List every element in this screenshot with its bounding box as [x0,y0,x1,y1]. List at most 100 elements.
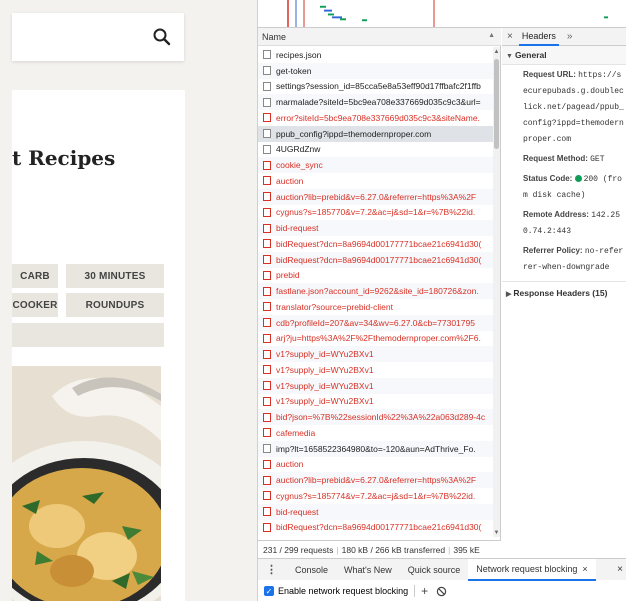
request-row[interactable]: marmalade?siteId=5bc9ea708e337669d035c9c… [258,94,494,110]
file-icon [263,302,271,312]
request-row[interactable]: recipes.json [258,47,494,63]
triangle-right-icon: ▶ [506,291,512,298]
request-name: auction [276,459,304,470]
add-pattern-icon[interactable]: + [421,584,428,598]
request-name: bid-request [276,223,319,234]
request-row[interactable]: get-token [258,62,494,79]
general-title: General [514,50,547,60]
file-icon [263,176,271,186]
request-row[interactable]: translator?source=prebid-client [258,299,494,315]
request-row[interactable]: auction?lib=prebid&v=6.27.0&referrer=htt… [258,472,494,488]
request-row[interactable]: cygnus?s=185770&v=7.2&ac=j&sd=1&r=%7B%22… [258,205,494,221]
request-row[interactable]: cdb?profileId=207&av=34&wv=6.27.0&cb=773… [258,314,494,331]
request-name: v1?supply_id=WYu2BXv1 [276,349,374,360]
webpage-viewport: t Recipes CARB 30 MINUTES COOKER ROUNDUP… [0,0,257,601]
request-row[interactable]: v1?supply_id=WYu2BXv1 [258,362,494,378]
request-name: auction?lib=prebid&v=6.27.0&referrer=htt… [276,475,477,486]
request-row[interactable]: v1?supply_id=WYu2BXv1 [258,377,494,394]
network-overview-timeline[interactable] [258,0,626,28]
request-name: ppub_config?ippd=themodernproper.com [276,128,432,139]
request-method-field: Request Method: GET [502,149,626,169]
enable-blocking-checkbox[interactable]: ✓ [264,586,274,596]
file-icon [263,113,271,123]
request-name: cygnus?s=185774&v=7.2&ac=j&sd=1&r=%7B%22… [276,490,476,501]
request-name: cygnus?s=185770&v=7.2&ac=j&sd=1&r=%7B%22… [276,207,476,218]
file-icon [263,491,271,501]
name-column-header[interactable]: Name ▲ [258,28,501,46]
request-row[interactable]: auction [258,457,494,473]
close-detail-icon[interactable]: × [502,31,519,42]
tab-quick-source[interactable]: Quick source [400,559,469,581]
request-row[interactable]: bid?json=%7B%22sessionId%22%3A%22a063d28… [258,409,494,425]
file-icon [263,239,271,249]
search-bar[interactable] [12,13,184,61]
request-row[interactable]: cafemedia [258,425,494,441]
devtools-panel: Name ▲ recipes.json get-token settings?ses… [257,0,626,601]
file-icon [263,66,271,76]
response-headers-toggle[interactable]: ▶ Response Headers (15) [502,281,626,298]
file-icon [263,349,271,359]
tag-cooker[interactable]: COOKER [12,293,58,317]
request-row[interactable]: settings?session_id=85cca5e8a53eff90d17f… [258,79,494,95]
tag-carb[interactable]: CARB [12,264,58,288]
request-blocking-toolbar: ✓ Enable network request blocking + [258,581,626,601]
enable-blocking-label: Enable network request blocking [278,586,409,596]
scroll-thumb[interactable] [494,59,499,149]
request-name: auction [276,175,304,186]
request-row[interactable]: bidRequest?dcn=8a9694d00177771bcae21c694… [258,236,494,252]
request-name: v1?supply_id=WYu2BXv1 [276,396,374,407]
file-icon [263,459,271,469]
request-row[interactable]: cygnus?s=185774&v=7.2&ac=j&sd=1&r=%7B%22… [258,488,494,504]
request-row[interactable]: arj?ju=https%3A%2F%2Fthemodernproper.com… [258,331,494,347]
request-row[interactable]: bidRequest?dcn=8a9694d00177771bcae21c694… [258,520,494,536]
request-row[interactable]: auction?lib=prebid&v=6.27.0&referrer=htt… [258,188,494,205]
tab-headers[interactable]: Headers [518,28,559,46]
scroll-up-icon[interactable]: ▲ [493,49,500,55]
tab-whats-new[interactable]: What's New [336,559,400,581]
request-list-scrollbar[interactable]: ▲ ▼ [493,47,500,537]
request-row[interactable]: fastlane.json?account_id=9262&site_id=18… [258,283,494,299]
close-drawer-icon[interactable]: × [617,564,623,575]
clear-patterns-icon[interactable] [436,586,447,597]
request-row[interactable]: error?siteId=5bc9ea708e337669d035c9c3&si… [258,110,494,126]
recipe-image[interactable] [12,366,161,601]
content-card: t Recipes CARB 30 MINUTES COOKER ROUNDUP… [12,90,185,601]
field-key: Referrer Policy: [523,246,583,255]
tag-blank[interactable] [12,323,164,347]
request-row[interactable]: bid-request [258,503,494,520]
field-value: GET [590,155,605,164]
tab-console[interactable]: Console [287,559,336,581]
resources-size: 395 kE [453,545,480,555]
file-icon [263,97,271,107]
request-name: v1?supply_id=WYu2BXv1 [276,364,374,375]
drawer-menu-icon[interactable]: ⋮ [258,563,287,576]
drawer-tab-bar: ⋮ Console What's New Quick source Networ… [258,558,626,581]
request-row[interactable]: bid-request [258,220,494,236]
general-section-toggle[interactable]: ▼ General [502,46,626,65]
request-row[interactable]: cookie_sync [258,157,494,173]
request-row[interactable]: imp?lt=1658522364980&to=-120&aun=AdThriv… [258,440,494,457]
request-name: 4UGRdZnw [276,144,321,155]
search-icon[interactable] [152,27,172,47]
toolbar-divider [414,585,416,597]
tab-network-request-blocking[interactable]: Network request blocking × [468,558,596,581]
request-row[interactable]: v1?supply_id=WYu2BXv1 [258,394,494,410]
sort-up-icon[interactable]: ▲ [488,32,495,39]
request-row[interactable]: auction [258,173,494,189]
request-row[interactable]: v1?supply_id=WYu2BXv1 [258,346,494,362]
file-icon [263,207,271,217]
more-tabs-icon[interactable]: » [559,31,581,42]
request-row[interactable]: prebid [258,268,494,284]
scroll-down-icon[interactable]: ▼ [493,530,500,536]
request-row[interactable]: bidRequest?dcn=8a9694d00177771bcae21c694… [258,251,494,268]
request-row[interactable]: 4UGRdZnw [258,142,494,158]
request-name: settings?session_id=85cca5e8a53eff90d17f… [276,81,481,92]
field-key: Request Method: [523,154,588,163]
close-tab-icon[interactable]: × [582,564,587,574]
request-name: error?siteId=5bc9ea708e337669d035c9c3&si… [276,112,480,123]
tag-30-minutes[interactable]: 30 MINUTES [66,264,164,288]
tag-roundups[interactable]: ROUNDUPS [66,293,164,317]
request-row[interactable]: ppub_config?ippd=themodernproper.com [258,125,494,142]
request-name: cookie_sync [276,160,323,171]
request-name: bid-request [276,506,319,517]
